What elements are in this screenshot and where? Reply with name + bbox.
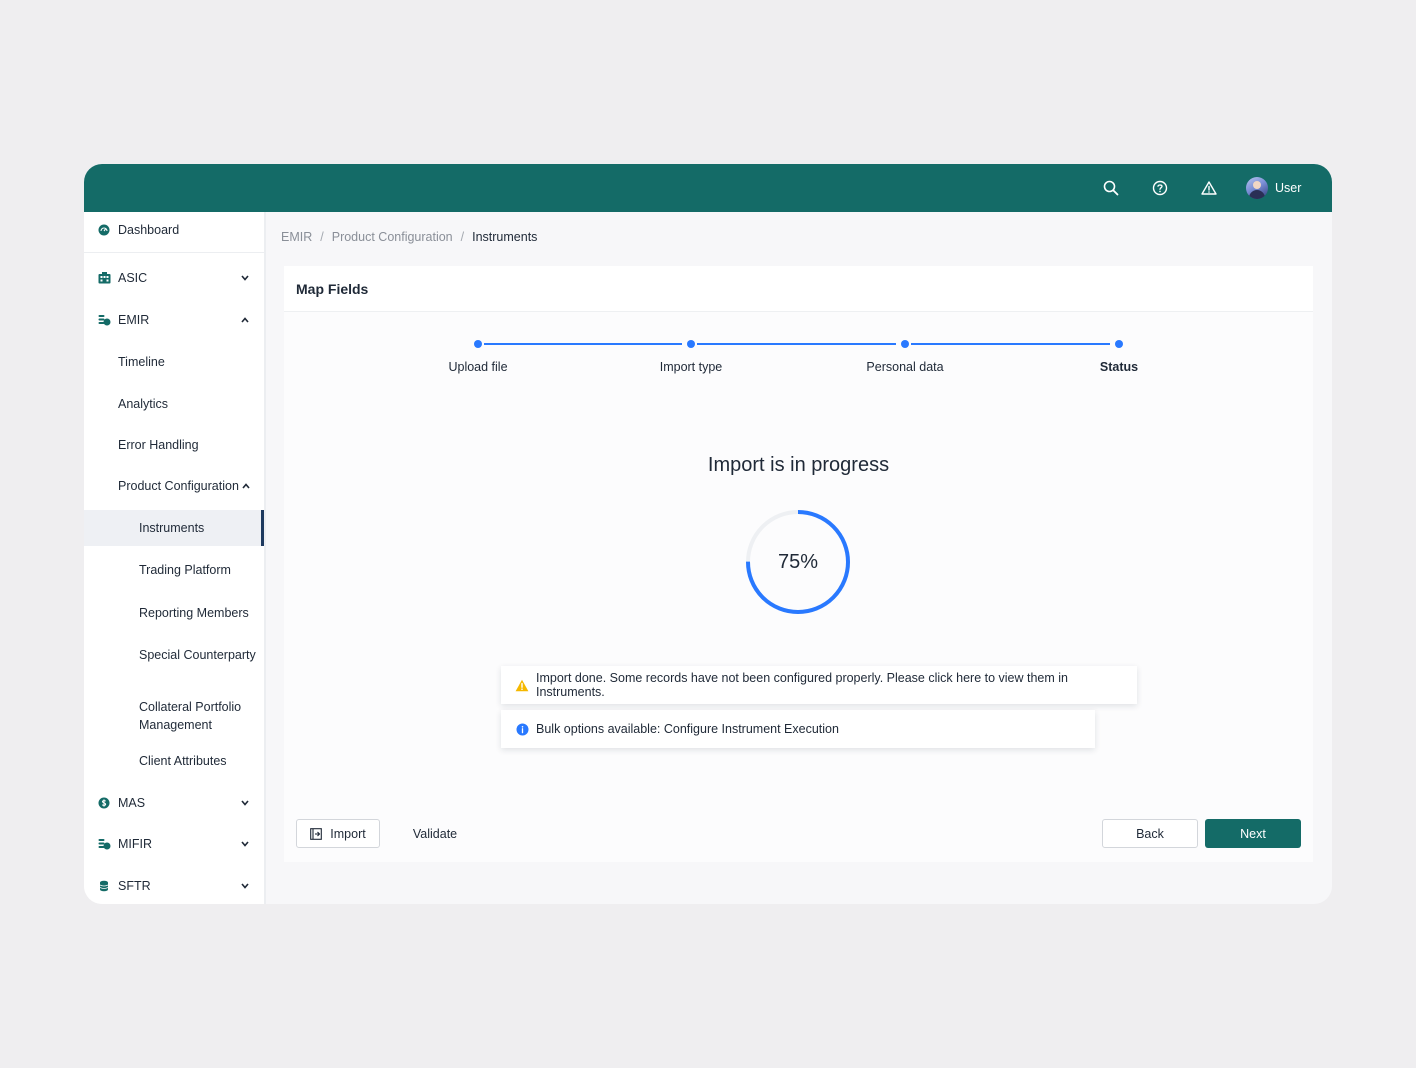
building-icon xyxy=(97,271,111,285)
chevron-down-icon xyxy=(240,881,250,891)
sidebar-divider xyxy=(84,252,264,253)
database-icon xyxy=(97,879,111,893)
sidebar-item-timeline[interactable]: Timeline xyxy=(84,344,264,380)
breadcrumb: EMIR / Product Configuration / Instrumen… xyxy=(281,230,537,244)
breadcrumb-separator: / xyxy=(460,230,465,244)
step-connector xyxy=(484,343,682,345)
sidebar-item-label: Error Handling xyxy=(118,438,199,452)
breadcrumb-item-product-configuration[interactable]: Product Configuration xyxy=(332,230,453,244)
sidebar-item-analytics[interactable]: Analytics xyxy=(84,386,264,422)
warning-icon[interactable] xyxy=(1199,178,1219,198)
sidebar-item-label: MAS xyxy=(118,796,146,810)
coins-icon xyxy=(97,837,111,851)
sidebar-item-label: MIFIR xyxy=(118,837,153,851)
import-icon xyxy=(310,827,323,840)
info-icon xyxy=(515,722,529,736)
sidebar-item-label: Instruments xyxy=(139,521,205,535)
user-label: User xyxy=(1275,181,1302,195)
sidebar-item-label: Timeline xyxy=(118,355,165,369)
sidebar-item-error-handling[interactable]: Error Handling xyxy=(84,427,264,463)
step-label-status: Status xyxy=(1099,360,1139,374)
sidebar-item-label: SFTR xyxy=(118,879,151,893)
sidebar-item-client-attributes[interactable]: Client Attributes xyxy=(84,743,264,779)
app-window: User Dashboard ASIC EMIR Timeline Analyt… xyxy=(84,164,1332,904)
sidebar-item-label: Trading Platform xyxy=(139,563,231,577)
dashboard-icon xyxy=(97,223,111,237)
coins-icon xyxy=(97,313,111,327)
next-button[interactable]: Next xyxy=(1205,819,1301,848)
sidebar-item-label: Collateral Portfolio Management xyxy=(139,698,241,734)
sidebar-item-mas[interactable]: MAS xyxy=(84,785,264,821)
chevron-down-icon xyxy=(240,273,250,283)
dollar-icon xyxy=(97,796,111,810)
info-alert-text[interactable]: Bulk options available: Configure Instru… xyxy=(536,722,839,736)
sidebar-item-label: Reporting Members xyxy=(139,606,249,620)
step-dot-import-type xyxy=(687,340,695,348)
stepper: Upload file Import type Personal data St… xyxy=(284,266,1313,406)
warning-icon xyxy=(515,678,529,692)
back-button[interactable]: Back xyxy=(1102,819,1198,848)
import-button[interactable]: Import xyxy=(296,819,380,848)
sidebar-item-label-line2: Management xyxy=(139,718,212,732)
progress-title: Import is in progress xyxy=(707,454,890,476)
warning-alert[interactable]: Import done. Some records have not been … xyxy=(501,666,1137,704)
sidebar-item-reporting-members[interactable]: Reporting Members xyxy=(84,595,264,631)
breadcrumb-item-instruments: Instruments xyxy=(472,230,538,244)
search-icon[interactable] xyxy=(1101,178,1121,198)
back-button-label: Back xyxy=(1136,826,1164,841)
breadcrumb-item-emir[interactable]: EMIR xyxy=(281,230,312,244)
sidebar-item-label: Special Counterparty xyxy=(139,648,256,662)
sidebar-item-label: EMIR xyxy=(118,313,150,327)
sidebar-item-mifir[interactable]: MIFIR xyxy=(84,826,264,862)
step-label-upload-file: Upload file xyxy=(448,360,508,374)
help-icon[interactable] xyxy=(1150,178,1170,198)
map-fields-card: Map Fields Upload file Import type Perso… xyxy=(284,266,1313,862)
sidebar-item-instruments[interactable]: Instruments xyxy=(84,510,264,546)
step-connector xyxy=(697,343,896,345)
sidebar-item-special-counterparty[interactable]: Special Counterparty xyxy=(84,637,264,673)
sidebar-item-label: ASIC xyxy=(118,271,148,285)
chevron-down-icon xyxy=(240,839,250,849)
sidebar-item-product-configuration[interactable]: Product Configuration xyxy=(84,468,264,504)
top-bar: User xyxy=(84,164,1332,212)
breadcrumb-separator: / xyxy=(320,230,324,244)
sidebar-item-trading-platform[interactable]: Trading Platform xyxy=(84,552,264,588)
step-label-import-type: Import type xyxy=(659,360,723,374)
sidebar-item-asic[interactable]: ASIC xyxy=(84,260,264,296)
sidebar-item-label-line1: Collateral Portfolio xyxy=(139,700,242,714)
sidebar-item-collateral-portfolio-management[interactable]: Collateral Portfolio Management xyxy=(84,688,264,744)
sidebar: Dashboard ASIC EMIR Timeline Analytics E… xyxy=(84,212,264,904)
sidebar-item-label: Client Attributes xyxy=(139,754,227,768)
step-dot-personal-data xyxy=(901,340,909,348)
sidebar-item-label: Product Configuration xyxy=(118,479,239,493)
validate-button[interactable]: Validate xyxy=(398,819,472,848)
avatar xyxy=(1246,177,1268,199)
step-label-personal-data: Personal data xyxy=(866,360,944,374)
warning-alert-text[interactable]: Import done. Some records have not been … xyxy=(536,671,1137,699)
import-button-label: Import xyxy=(330,826,366,841)
sidebar-item-emir[interactable]: EMIR xyxy=(84,302,264,338)
chevron-up-icon xyxy=(240,315,250,325)
step-dot-upload-file xyxy=(474,340,482,348)
chevron-down-icon xyxy=(240,798,250,808)
sidebar-item-dashboard[interactable]: Dashboard xyxy=(84,212,264,248)
progress-percent: 75% xyxy=(777,550,819,573)
info-alert[interactable]: Bulk options available: Configure Instru… xyxy=(501,710,1095,748)
user-menu[interactable]: User xyxy=(1246,177,1301,199)
sidebar-item-label: Analytics xyxy=(118,397,169,411)
validate-button-label: Validate xyxy=(412,826,458,841)
step-dot-status xyxy=(1115,340,1123,348)
chevron-up-icon xyxy=(241,481,251,491)
sidebar-item-sftr[interactable]: SFTR xyxy=(84,868,264,904)
sidebar-border xyxy=(264,212,266,904)
step-connector xyxy=(911,343,1110,345)
sidebar-item-label: Dashboard xyxy=(118,223,180,237)
next-button-label: Next xyxy=(1240,826,1266,841)
